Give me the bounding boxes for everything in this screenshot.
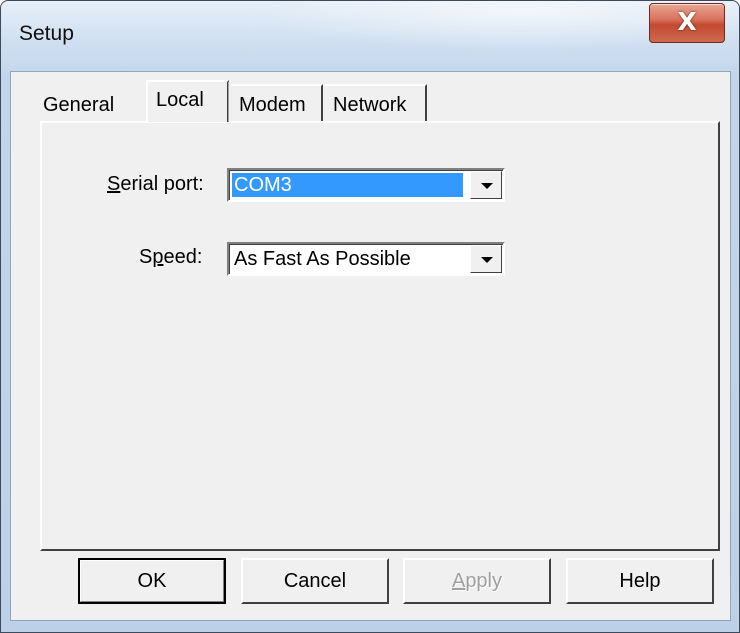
setup-window: Setup X General Local Modem Network Seri… [0, 0, 740, 633]
speed-value: As Fast As Possible [234, 248, 411, 270]
apply-button-label: pply [465, 570, 503, 592]
serial-port-label: Serial port: [107, 173, 204, 195]
tab-modem[interactable]: Modem [231, 84, 323, 122]
serial-port-dropdown-button[interactable] [470, 171, 502, 199]
speed-dropdown-button[interactable] [470, 245, 502, 273]
serial-port-select[interactable]: COM3 [227, 168, 505, 202]
ok-button[interactable]: OK [78, 558, 226, 604]
tab-network[interactable]: Network [325, 84, 427, 122]
tab-general[interactable]: General [43, 88, 114, 122]
speed-select[interactable]: As Fast As Possible [227, 242, 505, 276]
title-bar[interactable]: Setup X [1, 1, 739, 71]
close-button[interactable]: X [649, 3, 725, 43]
tab-local[interactable]: Local [146, 80, 229, 122]
tab-local-label: Local [156, 89, 204, 111]
chevron-down-icon [481, 257, 493, 263]
help-button[interactable]: Help [566, 558, 714, 604]
apply-button[interactable]: Apply [403, 558, 551, 604]
cancel-button[interactable]: Cancel [241, 558, 389, 604]
window-title: Setup [19, 22, 74, 45]
help-button-label: Help [619, 570, 661, 592]
apply-button-mnemonic: A [451, 570, 466, 592]
chevron-down-icon [481, 183, 493, 189]
serial-port-value: COM3 [232, 173, 463, 197]
speed-label: Speed: [139, 246, 203, 268]
close-icon: X [677, 7, 697, 36]
dialog-client-area: General Local Modem Network Serial port:… [10, 71, 731, 621]
cancel-button-label: Cancel [283, 570, 347, 592]
